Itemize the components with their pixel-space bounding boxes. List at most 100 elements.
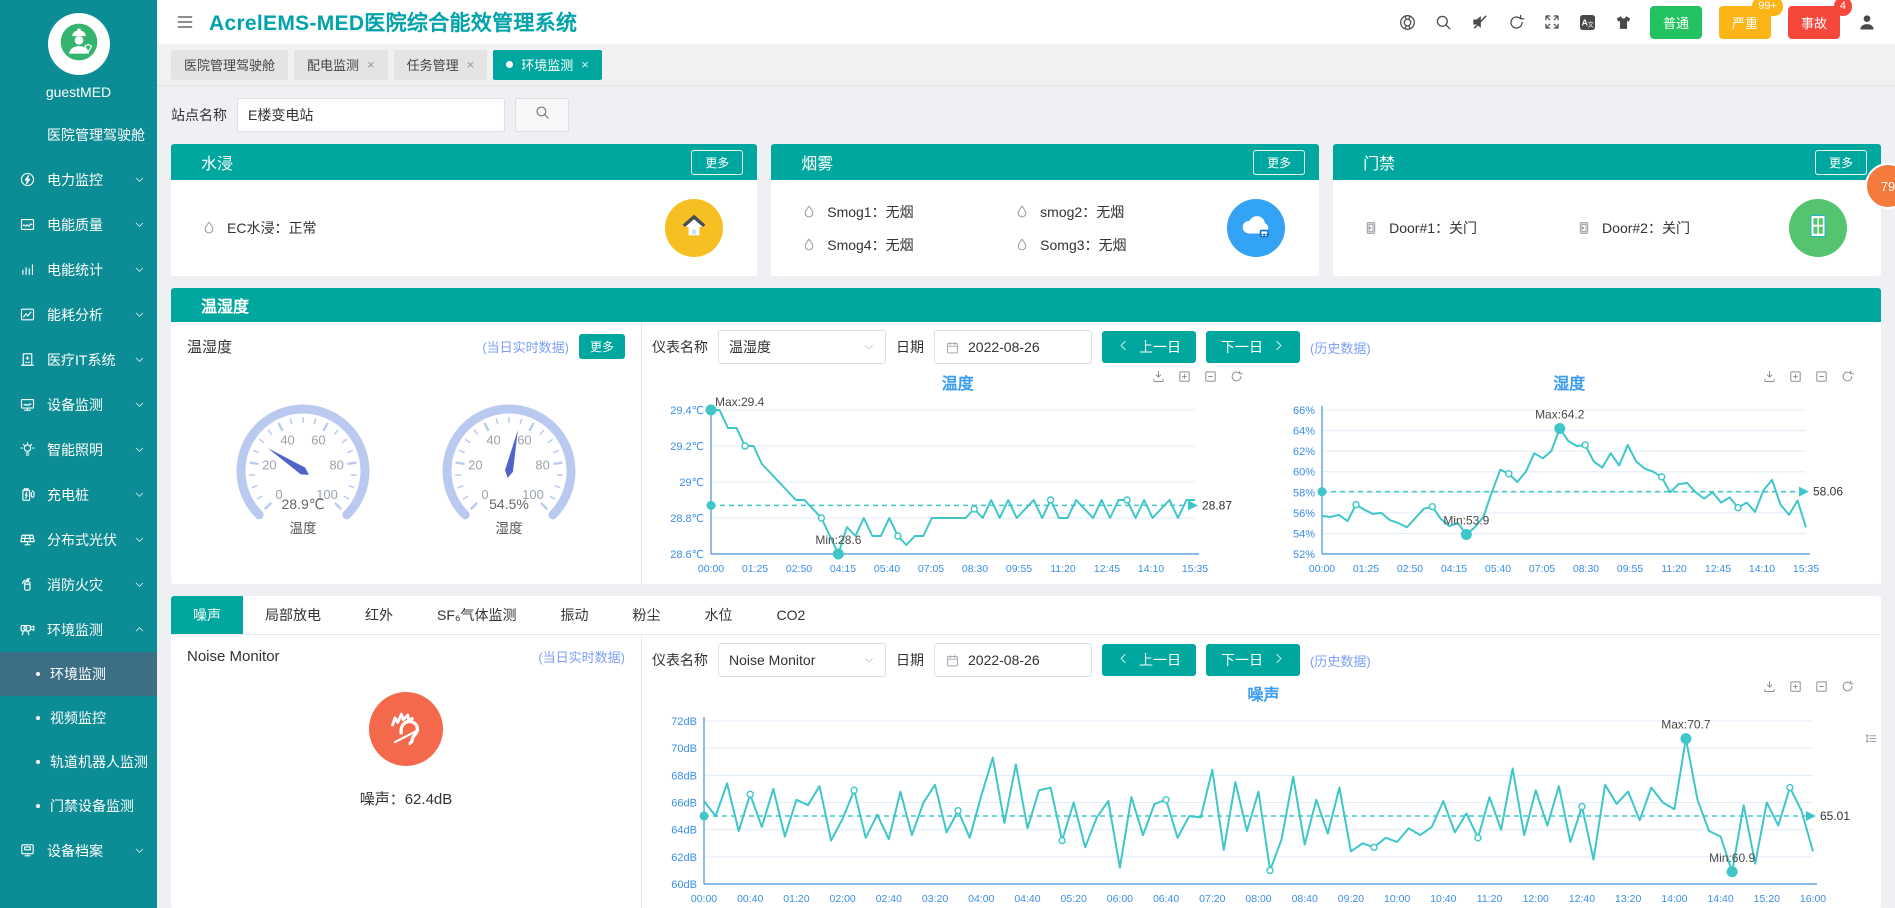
tab-sf6-gas[interactable]: SF₆气体监测 (415, 596, 539, 634)
top-header: AcrelEMS-MED医院综合能效管理系统 A文 普通 严重99+ 事故4 (157, 0, 1895, 44)
svg-text:10:00: 10:00 (1384, 893, 1410, 905)
sidebar-item-device-archive[interactable]: 设备档案 (0, 828, 157, 873)
th-more-button[interactable]: 更多 (579, 334, 625, 359)
tab-dust[interactable]: 粉尘 (611, 596, 683, 634)
tab-vibration[interactable]: 振动 (539, 596, 611, 634)
date-picker[interactable]: 2022-08-26 (934, 643, 1092, 677)
smoke-more-button[interactable]: 更多 (1253, 150, 1305, 175)
sidebar-item-energy-analysis[interactable]: 能耗分析 (0, 292, 157, 337)
noise-ear-icon (369, 692, 443, 766)
tab-co2[interactable]: CO2 (755, 596, 828, 634)
avatar[interactable] (48, 13, 110, 75)
alarm-normal-button[interactable]: 普通 (1650, 6, 1702, 39)
sidebar-item-device-monitor[interactable]: 设备监测 (0, 382, 157, 427)
site-search-button[interactable] (515, 98, 569, 132)
next-day-button[interactable]: 下一日 (1206, 331, 1300, 363)
door-more-button[interactable]: 更多 (1815, 150, 1867, 175)
fullscreen-icon[interactable] (1543, 13, 1561, 31)
svg-text:10:40: 10:40 (1430, 893, 1456, 905)
panel-title: 温湿度 (187, 336, 232, 357)
sidebar-item-pv[interactable]: 分布式光伏 (0, 517, 157, 562)
tab-hospital-dashboard[interactable]: 医院管理驾驶舱 (171, 50, 288, 80)
alarm-severe-button[interactable]: 严重99+ (1719, 6, 1771, 39)
sidebar-item-charging-pile[interactable]: 充电桩 (0, 472, 157, 517)
sidebar-subitem-door-device[interactable]: 门禁设备监测 (0, 784, 157, 828)
help-icon[interactable] (1398, 13, 1417, 32)
sidebar-item-env-monitor[interactable]: 环境监测 (0, 607, 157, 652)
menu-collapse-icon[interactable] (175, 12, 195, 32)
datazoom-toggle-icon[interactable] (1864, 731, 1879, 746)
alarm-accident-button[interactable]: 事故4 (1788, 6, 1840, 39)
prev-day-button[interactable]: 上一日 (1102, 644, 1196, 676)
meter-name-label: 仪表名称 (652, 650, 708, 670)
sidebar-subitem-video-monitor[interactable]: 视频监控 (0, 696, 157, 740)
tab-infrared[interactable]: 红外 (343, 596, 415, 634)
site-name-label: 站点名称 (171, 105, 227, 125)
tab-power-distribution[interactable]: 配电监测× (294, 50, 388, 80)
search-icon[interactable] (1434, 13, 1453, 32)
sidebar-subitem-rail-robot[interactable]: 轨道机器人监测 (0, 740, 157, 784)
history-data-link[interactable]: (历史数据) (1310, 651, 1371, 670)
site-name-input[interactable]: E楼变电站 (237, 98, 505, 132)
meter-select[interactable]: Noise Monitor (718, 643, 886, 677)
sidebar-item-power-monitor[interactable]: 电力监控 (0, 157, 157, 202)
history-data-link[interactable]: (历史数据) (1310, 338, 1371, 357)
restore-box-icon[interactable] (1814, 369, 1829, 384)
svg-text:65.01: 65.01 (1820, 809, 1850, 823)
reload-icon[interactable] (1840, 679, 1855, 694)
restore-box-icon[interactable] (1203, 369, 1218, 384)
refresh-icon[interactable] (1507, 13, 1526, 32)
sidebar-item-smart-lighting[interactable]: 智能照明 (0, 427, 157, 472)
panel-title: Noise Monitor (187, 648, 280, 665)
restore-box-icon[interactable] (1814, 679, 1829, 694)
svg-text:00:00: 00:00 (1309, 563, 1335, 575)
sidebar-item-fire[interactable]: 消防火灾 (0, 562, 157, 607)
door-icon (1576, 220, 1592, 236)
noise-left-panel: Noise Monitor (当日实时数据) 噪声：62.4dB (171, 635, 642, 908)
tab-partial-discharge[interactable]: 局部放电 (243, 596, 343, 634)
realtime-data-link[interactable]: (当日实时数据) (538, 647, 625, 666)
meter-select[interactable]: 温湿度 (718, 330, 886, 364)
noise-line-chart[interactable]: 60dB62dB64dB66dB68dB70dB72dB00:0000:4001… (656, 705, 1871, 908)
zoom-box-icon[interactable] (1788, 369, 1803, 384)
reload-icon[interactable] (1229, 369, 1244, 384)
tab-bar: 医院管理驾驶舱 配电监测× 任务管理× 环境监测× (157, 44, 1895, 86)
svg-text:04:15: 04:15 (830, 563, 856, 575)
download-icon[interactable] (1151, 369, 1166, 384)
reload-icon[interactable] (1840, 369, 1855, 384)
date-picker[interactable]: 2022-08-26 (934, 330, 1092, 364)
prev-day-button[interactable]: 上一日 (1102, 331, 1196, 363)
realtime-data-link[interactable]: (当日实时数据) (482, 337, 569, 356)
water-more-button[interactable]: 更多 (691, 150, 743, 175)
temperature-line-chart[interactable]: 28.6℃28.8℃29℃29.2℃29.4℃00:0001:2502:5004… (663, 394, 1253, 580)
translate-icon[interactable]: A文 (1578, 13, 1597, 32)
zoom-box-icon[interactable] (1788, 679, 1803, 694)
close-icon[interactable]: × (467, 58, 475, 71)
sidebar-item-dashboard[interactable]: 医院管理驾驶舱 (0, 112, 157, 157)
sidebar-item-power-quality[interactable]: 电能质量 (0, 202, 157, 247)
close-icon[interactable]: × (581, 58, 589, 71)
svg-text:66%: 66% (1293, 405, 1315, 417)
humidity-line-chart[interactable]: 52%54%56%58%60%62%64%66%00:0001:2502:500… (1274, 394, 1864, 580)
sidebar-item-power-stats[interactable]: 电能统计 (0, 247, 157, 292)
user-icon[interactable] (1857, 12, 1877, 32)
svg-text:60: 60 (311, 433, 325, 448)
download-icon[interactable] (1762, 679, 1777, 694)
sidebar-subitem-env-monitor[interactable]: 环境监测 (0, 652, 157, 696)
tab-noise[interactable]: 噪声 (171, 596, 243, 634)
smoke-status-item: Smog1：无烟 (801, 202, 1014, 222)
svg-text:07:20: 07:20 (1199, 893, 1225, 905)
close-icon[interactable]: × (367, 58, 375, 71)
zoom-box-icon[interactable] (1177, 369, 1192, 384)
tab-env-monitor[interactable]: 环境监测× (493, 50, 602, 80)
theme-icon[interactable] (1614, 13, 1633, 32)
svg-text:00:40: 00:40 (737, 893, 763, 905)
tab-task-management[interactable]: 任务管理× (394, 50, 488, 80)
sidebar-item-medical-it[interactable]: 医疗IT系统 (0, 337, 157, 382)
download-icon[interactable] (1762, 369, 1777, 384)
water-home-icon (665, 199, 723, 257)
tab-water-level[interactable]: 水位 (683, 596, 755, 634)
next-day-button[interactable]: 下一日 (1206, 644, 1300, 676)
svg-text:09:20: 09:20 (1338, 893, 1364, 905)
mute-icon[interactable] (1470, 12, 1490, 32)
